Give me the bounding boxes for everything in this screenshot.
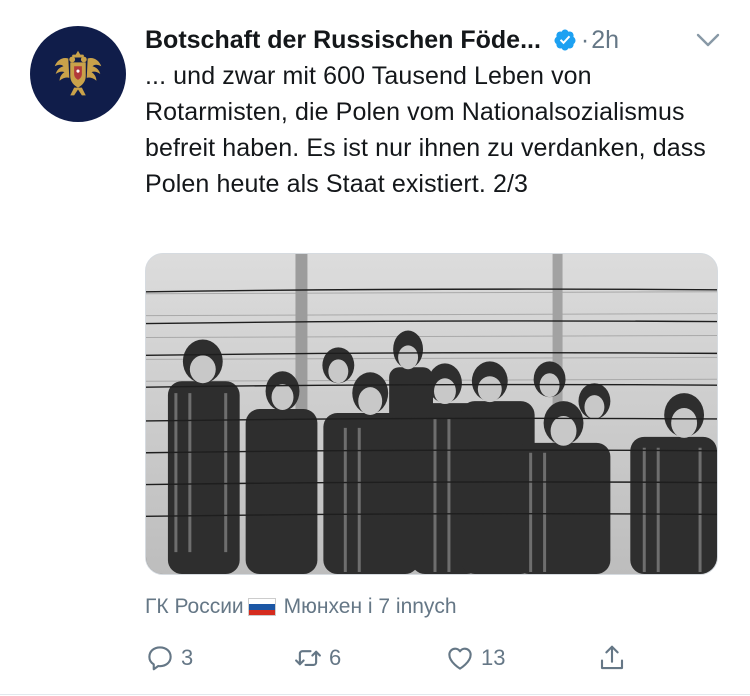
russia-flag-icon [247,598,276,616]
author-name[interactable]: Botschaft der Russischen Föde... [145,26,541,55]
separator-dot: · [580,25,590,54]
tweet-card[interactable]: Botschaft der Russischen Föde... · 2h ..… [0,0,750,696]
like-button[interactable]: 13 [445,638,505,678]
photo-children-behind-barbed-wire-icon [146,254,717,574]
tweet-timestamp[interactable]: 2h [591,26,619,55]
reply-button[interactable]: 3 [145,638,193,678]
retweet-count: 6 [329,645,342,670]
reply-count: 3 [181,645,194,670]
tweet-header: Botschaft der Russischen Föde... · 2h [145,22,725,58]
like-count: 13 [481,645,506,670]
tweet-actions: 3 6 13 [145,638,645,678]
social-context-suffix: Мюнхен i 7 innych [283,595,457,618]
share-button[interactable] [597,638,627,678]
eagle-emblem-icon [54,50,102,96]
reply-icon [148,646,172,671]
chevron-down-icon[interactable] [695,28,721,52]
social-context[interactable]: ГК России Мюнхен i 7 innych [145,590,725,624]
retweet-button[interactable]: 6 [293,638,341,678]
author-avatar[interactable] [30,26,126,122]
heart-icon [448,647,472,670]
verified-badge-icon [553,28,577,52]
tweet-text: ... und zwar mit 600 Tausend Leben von R… [145,62,706,198]
tweet-divider [0,694,750,695]
share-icon [600,645,624,670]
retweet-icon [295,650,321,666]
tweet-photo[interactable] [145,253,718,575]
social-context-prefix: ГК России [145,595,244,618]
